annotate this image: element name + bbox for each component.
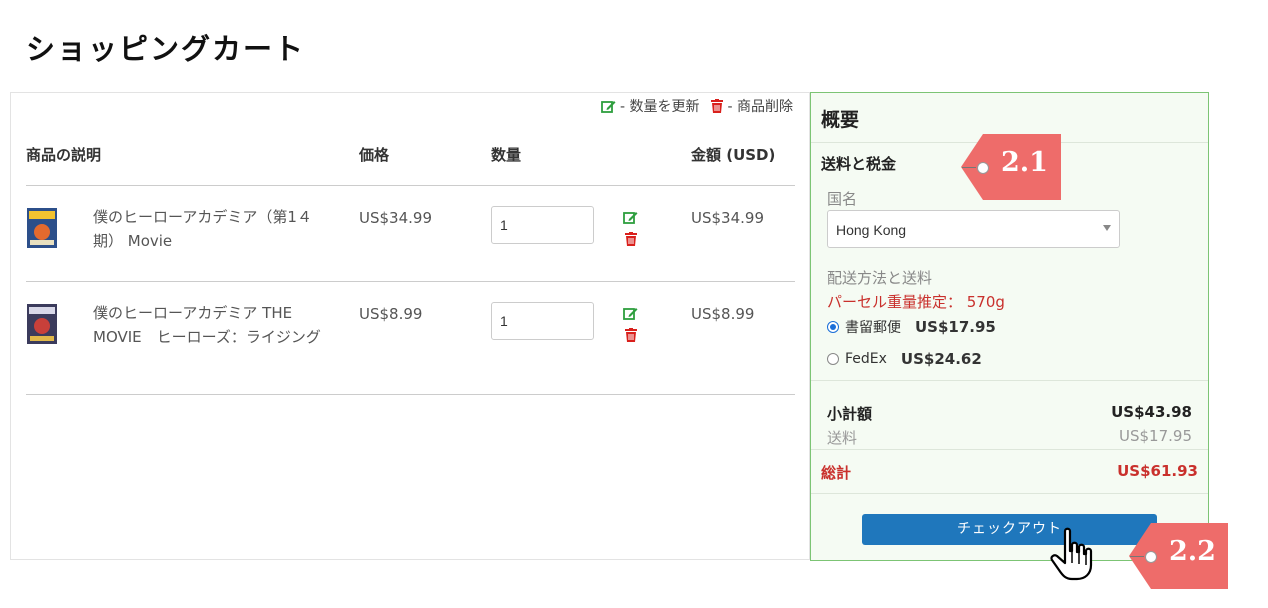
callout-tag: 2.1	[961, 134, 1061, 200]
legend-delete-label: - 商品削除	[727, 99, 793, 115]
quantity-input[interactable]	[491, 206, 594, 244]
cart-table-panel: - 数量を更新 - 商品削除 商品の説明 価格 数量 金額 (USD) 僕のヒー…	[10, 92, 810, 560]
table-divider	[26, 281, 795, 282]
tag-hole-icon	[1130, 551, 1157, 563]
radio-button[interactable]	[827, 321, 839, 333]
product-description[interactable]: 僕のヒーローアカデミア THE MOVIE ヒーローズ：ライジング	[93, 301, 333, 349]
header-price: 価格	[359, 146, 390, 164]
shipping-option-amount: US$24.62	[900, 350, 982, 368]
parcel-weight-estimate: パーセル重量推定： 570g	[827, 293, 1005, 311]
shipping-option-registered-mail[interactable]: 書留郵便 US$17.95	[827, 317, 996, 337]
header-total: 金額 (USD)	[691, 146, 776, 164]
product-thumbnail[interactable]	[27, 304, 57, 344]
country-select-value: Hong Kong	[836, 222, 907, 238]
summary-divider	[811, 380, 1208, 381]
trash-icon[interactable]	[624, 232, 637, 246]
page-title: ショッピングカート	[26, 32, 306, 66]
edit-icon[interactable]	[623, 210, 638, 224]
shipping-tax-title: 送料と税金	[821, 155, 897, 173]
tag-hole-icon	[962, 162, 989, 174]
quantity-input[interactable]	[491, 302, 594, 340]
chevron-down-icon	[1103, 225, 1111, 231]
product-total: US$34.99	[691, 209, 764, 227]
trash-icon[interactable]	[624, 328, 637, 342]
product-thumbnail[interactable]	[27, 208, 57, 248]
header-quantity: 数量	[491, 146, 522, 164]
legend-update-label: - 数量を更新	[619, 99, 700, 115]
summary-title: 概要	[821, 109, 860, 131]
country-label: 国名	[827, 190, 858, 208]
edit-icon	[601, 101, 616, 113]
subtotal-value: US$43.98	[1111, 403, 1192, 421]
header-description: 商品の説明	[26, 146, 102, 164]
callout-label: 2.1	[1001, 147, 1048, 178]
trash-icon	[711, 99, 724, 113]
summary-divider	[811, 493, 1208, 494]
shipping-cost-label: 送料	[827, 429, 858, 447]
product-description[interactable]: 僕のヒーローアカデミア（第1４期） Movie	[93, 205, 333, 253]
subtotal-label: 小計額	[827, 405, 873, 423]
shipping-option-fedex[interactable]: FedEx US$24.62	[827, 350, 982, 368]
country-select[interactable]: Hong Kong	[827, 210, 1120, 248]
edit-icon[interactable]	[623, 306, 638, 320]
summary-divider	[811, 449, 1208, 450]
product-price: US$8.99	[359, 305, 423, 323]
checkout-button[interactable]: チェックアウト	[862, 514, 1157, 545]
hand-pointer-icon	[1050, 527, 1093, 581]
shipping-option-name: 書留郵便	[845, 320, 901, 336]
product-total: US$8.99	[691, 305, 755, 323]
shipping-cost-value: US$17.95	[1119, 427, 1192, 445]
table-divider	[26, 394, 795, 395]
grand-total-label: 総計	[821, 464, 852, 482]
shipping-option-amount: US$17.95	[915, 318, 996, 336]
shipping-option-name: FedEx	[845, 351, 887, 367]
grand-total-value: US$61.93	[1117, 462, 1198, 480]
action-legend: - 数量を更新 - 商品削除	[601, 96, 793, 116]
shipping-method-label: 配送方法と送料	[827, 269, 933, 287]
table-divider	[26, 185, 795, 186]
callout-tag: 2.2	[1129, 523, 1228, 589]
product-price: US$34.99	[359, 209, 432, 227]
callout-label: 2.2	[1169, 536, 1216, 567]
radio-button[interactable]	[827, 353, 839, 365]
